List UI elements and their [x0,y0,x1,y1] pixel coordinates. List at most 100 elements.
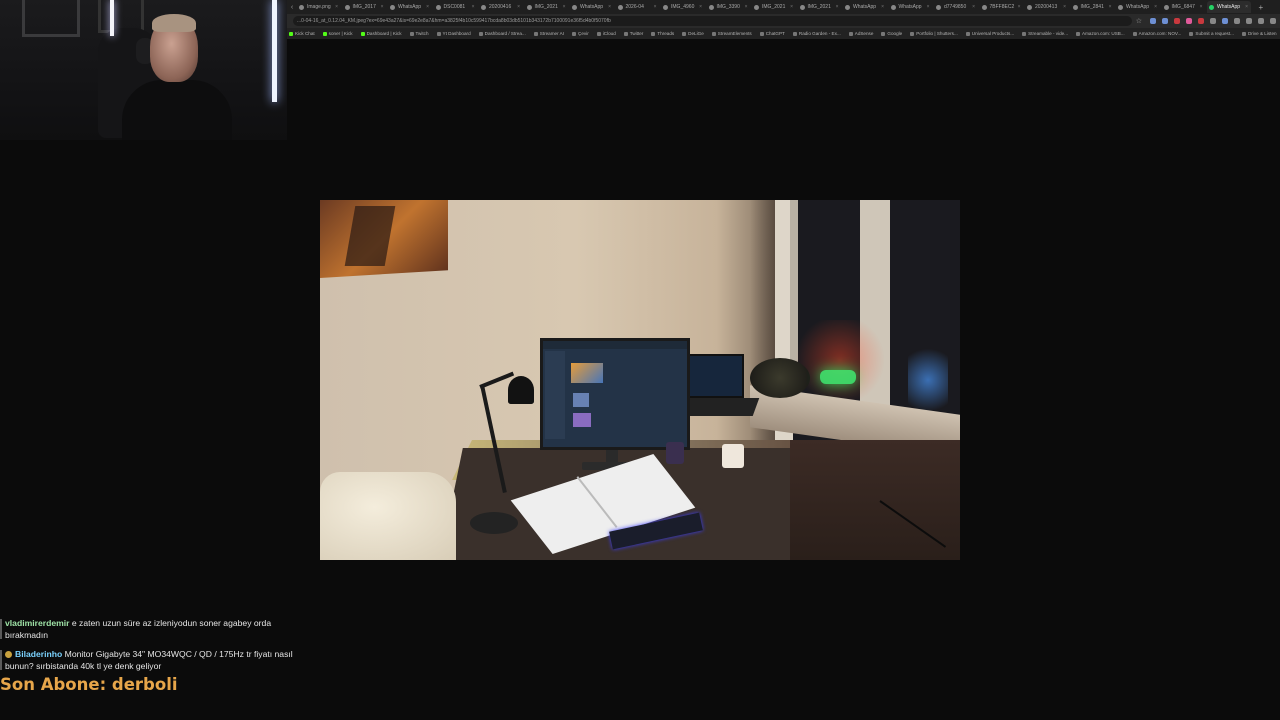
bookmark-item[interactable]: Kick Chat [289,31,315,36]
neon-light-bar [272,0,277,102]
browser-tab[interactable]: IMG_2021 × [752,1,796,13]
browser-tab[interactable]: IMG_2017 × [343,1,387,13]
bookmark-item[interactable]: ChatGPT [759,31,785,36]
browser-tab[interactable]: IMG_3390 × [707,1,751,13]
close-tab-icon[interactable]: × [1063,4,1066,10]
tab-favicon-icon [617,4,623,10]
bookmark-favicon-icon [881,31,886,36]
tab-favicon-icon [481,4,486,10]
bookmark-item[interactable]: Twitter [623,31,643,36]
extension-icon[interactable] [1234,18,1240,24]
close-tab-icon[interactable]: × [335,4,338,10]
browser-tab[interactable]: 20200416 × [479,1,523,13]
bookmark-item[interactable]: Portfolio | Shutters... [910,31,958,36]
bookmark-item[interactable]: Drive & Listen [1241,31,1277,36]
browser-tab[interactable]: 2026-04 × [616,1,660,13]
browser-tab[interactable]: IMG_2841 × [1071,1,1115,13]
bookmark-item[interactable]: DeLiGe [682,31,704,36]
close-tab-icon[interactable]: × [426,4,429,10]
close-tab-icon[interactable]: × [927,4,930,10]
browser-tab[interactable]: IMG_2021 × [525,1,569,13]
bookmark-item[interactable]: Submit a request... [1189,31,1234,36]
close-tab-icon[interactable]: × [745,4,748,10]
close-tab-icon[interactable]: × [563,4,566,10]
tab-label: IMG_2021 [534,4,558,10]
close-tab-icon[interactable]: × [472,4,475,10]
browser-tab[interactable]: 20200413 × [1025,1,1069,13]
browser-tab[interactable]: WhatsApp × [388,1,432,13]
bookmark-item[interactable]: Streamer AI [533,31,564,36]
browser-tab[interactable]: d7749850 × [934,1,978,13]
browser-tab[interactable]: DSC0081 × [434,1,478,13]
bookmark-favicon-icon [651,31,656,36]
bookmark-favicon-icon [965,31,970,36]
extension-icon[interactable] [1186,18,1192,24]
browser-tab[interactable]: WhatsApp × [843,1,887,13]
extension-icon[interactable] [1222,18,1228,24]
close-tab-icon[interactable]: × [1018,4,1021,10]
bookmark-star-icon[interactable]: ☆ [1136,17,1142,25]
tab-label: IMG_2021 [762,4,786,10]
new-tab-icon[interactable]: + [1259,3,1264,12]
close-tab-icon[interactable]: × [608,4,611,10]
bookmark-favicon-icon [533,31,538,36]
close-tab-icon[interactable]: × [1109,4,1112,10]
bookmark-item[interactable]: Streamable - vide... [1022,31,1068,36]
bookmark-favicon-icon [1132,31,1137,36]
browser-tab[interactable]: Image.png × [297,1,341,13]
extension-icon[interactable] [1210,18,1216,24]
menu-icon[interactable] [1270,18,1276,24]
close-tab-icon[interactable]: × [972,4,975,10]
browser-tab[interactable]: WhatsApp × [1116,1,1160,13]
url-field[interactable]: ...0-04-16_at_0.12.04_KM.jpeg?ex=69e43a2… [293,16,1132,26]
bookmark-item[interactable]: Yt Dashboard [436,31,471,36]
bookmark-item[interactable]: Google [881,31,902,36]
subscriber-badge-icon [5,651,12,658]
bookmark-label: Twitch [415,31,429,36]
close-tab-icon[interactable]: × [1200,4,1203,10]
bookmark-item[interactable]: Çevir [572,31,589,36]
tab-label: IMG_6847 [1171,4,1195,10]
close-tab-icon[interactable]: × [1154,4,1157,10]
bookmark-item[interactable]: Amazon.com: USB... [1076,31,1125,36]
browser-tab[interactable]: WhatsApp × [889,1,933,13]
bookmark-item[interactable]: Dashboard / Strea... [478,31,526,36]
browser-tab[interactable]: WhatsApp × [570,1,614,13]
browser-tab[interactable]: 7BFF8EC2 × [980,1,1024,13]
tab-label: WhatsApp [898,4,922,10]
close-tab-icon[interactable]: × [381,4,384,10]
profile-icon[interactable] [1258,18,1264,24]
browser-tab[interactable]: IMG_2021 × [798,1,842,13]
tab-label: 2026-04 [625,4,644,10]
browser-tab[interactable]: IMG_6847 × [1162,1,1206,13]
bookmark-item[interactable]: Threads [651,31,674,36]
bookmark-item[interactable]: AdSense [848,31,873,36]
close-tab-icon[interactable]: × [699,4,702,10]
tab-favicon-icon [526,4,532,10]
bookmark-item[interactable]: soner | Kick [322,31,353,36]
extension-icon[interactable] [1162,18,1168,24]
bookmark-item[interactable]: Amazon.com: NOV... [1132,31,1181,36]
browser-tab[interactable]: IMG_4960 × [661,1,705,13]
tab-favicon-icon [799,4,805,10]
bookmark-item[interactable]: StreamElements [711,31,752,36]
close-tab-icon[interactable]: × [881,4,884,10]
bookmark-item[interactable]: Dashboard | Kick [360,31,402,36]
extension-icon[interactable] [1174,18,1180,24]
bookmark-item[interactable]: iCloud [596,31,616,36]
close-tab-icon[interactable]: × [517,4,520,10]
close-tab-icon[interactable]: × [1245,4,1248,10]
bookmark-label: Radio Garden - Ex... [798,31,841,36]
close-tab-icon[interactable]: × [654,4,657,10]
tab-scroll-icon[interactable]: ‹ [287,4,297,11]
extension-icon[interactable] [1246,18,1252,24]
bookmark-item[interactable]: Radio Garden - Ex... [792,31,841,36]
close-tab-icon[interactable]: × [836,4,839,10]
extension-icon[interactable] [1150,18,1156,24]
close-tab-icon[interactable]: × [790,4,793,10]
bookmark-item[interactable]: Twitch [409,31,429,36]
bookmark-favicon-icon [910,31,915,36]
bookmark-item[interactable]: Universal Products... [965,31,1014,36]
browser-tab[interactable]: WhatsApp × [1207,1,1251,13]
extension-icon[interactable] [1198,18,1204,24]
